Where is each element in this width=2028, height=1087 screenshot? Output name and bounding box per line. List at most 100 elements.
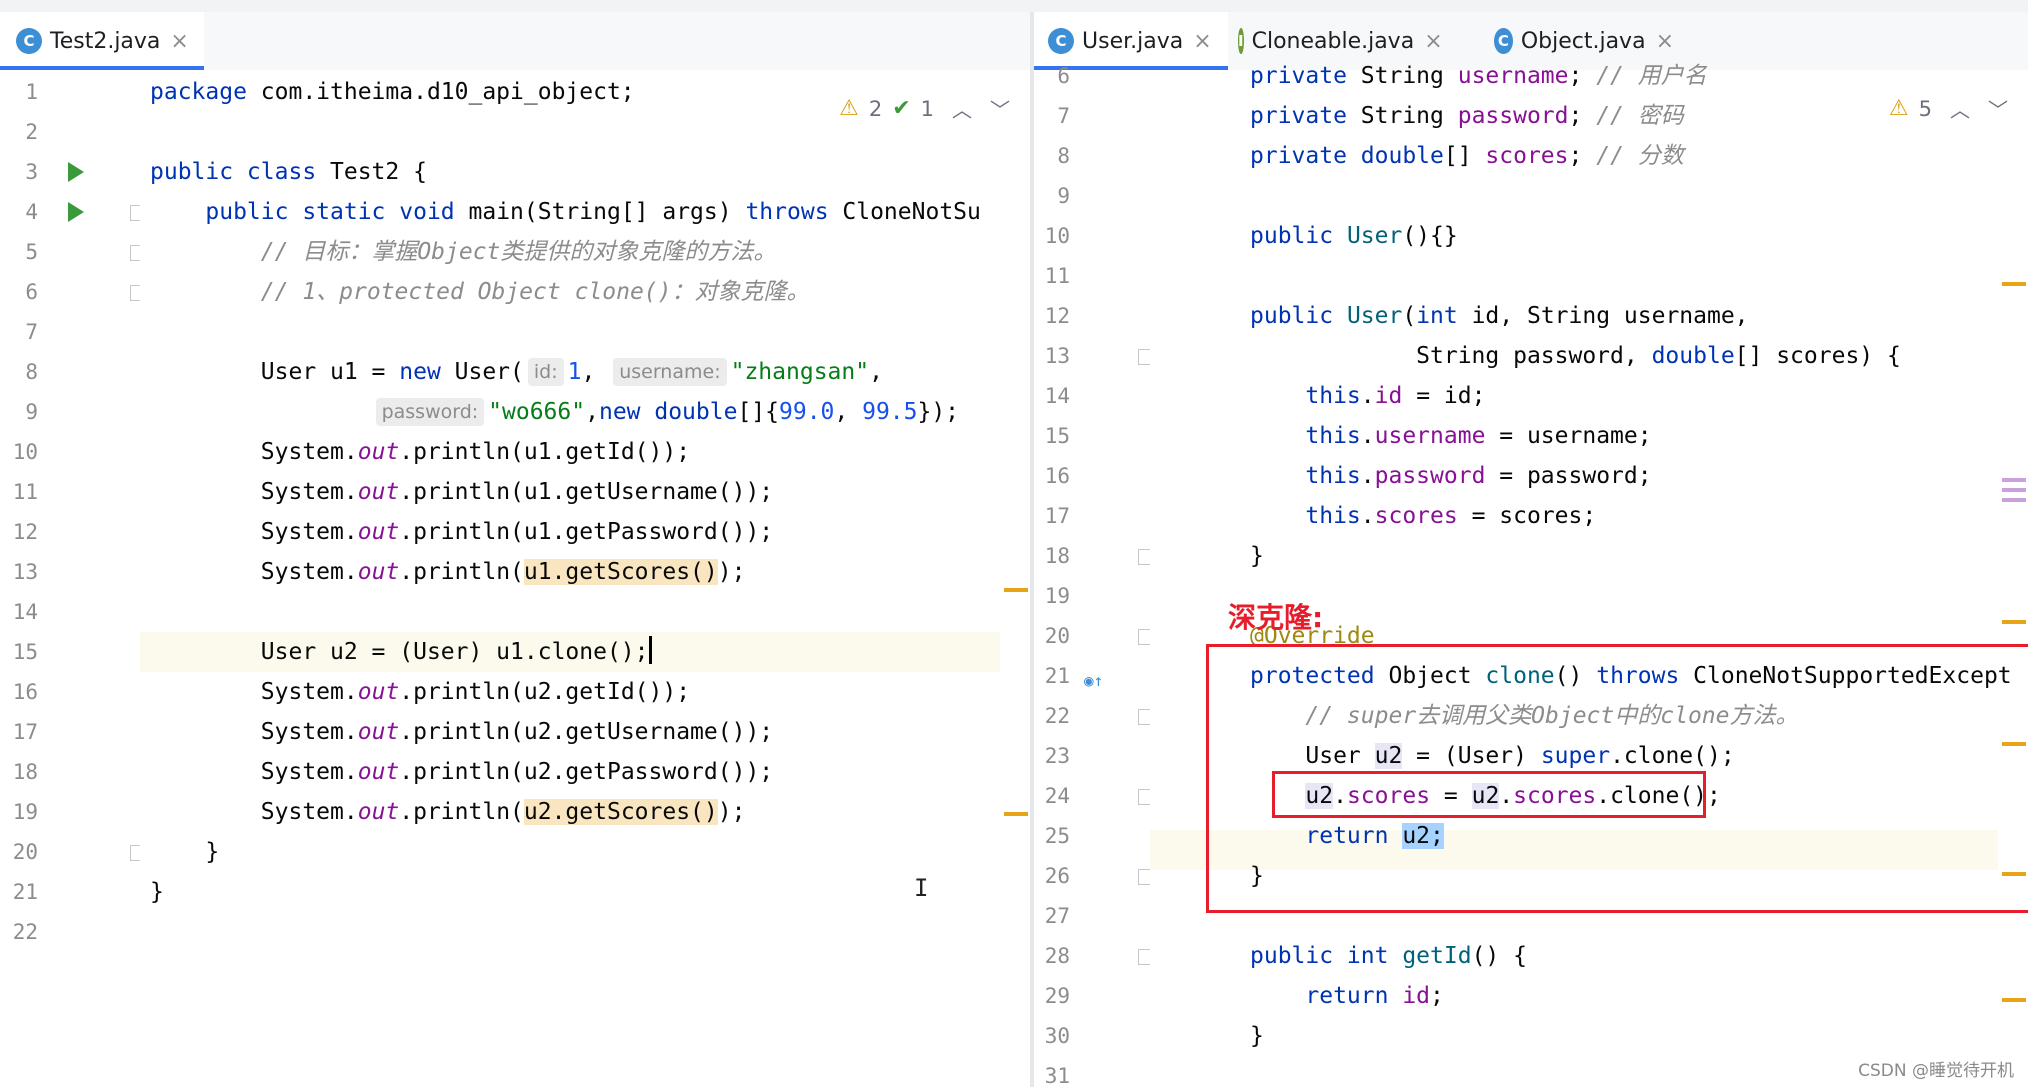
error-stripe-right[interactable]	[1998, 70, 2028, 1087]
code-token: ,	[581, 359, 610, 385]
code-token: double	[654, 399, 738, 425]
line-number: 22	[12, 920, 38, 944]
code-token: .println(u2.getPassword());	[399, 759, 774, 785]
code-token: this	[1305, 503, 1361, 529]
warning-stripe-mark[interactable]	[1004, 588, 1028, 592]
close-icon[interactable]: ×	[1656, 29, 1674, 54]
code-token: = password;	[1485, 463, 1652, 489]
code-token: ,	[585, 399, 599, 425]
warning-stripe-mark[interactable]	[2002, 620, 2026, 624]
check-icon: ✔	[892, 96, 911, 121]
inspection-widget[interactable]: ⚠ 5 ︿ ﹀	[1889, 94, 2008, 123]
code-line: return id;	[1250, 976, 1444, 1016]
code-area[interactable]: package com.itheima.d10_api_object;publi…	[140, 70, 1030, 1087]
run-icon[interactable]	[68, 162, 84, 182]
code-token: ;	[1568, 103, 1597, 129]
editor-pane-left: C Test2.java × 1 2 3 4 5 6 7 8 9 10 11 12 13 14 15 16 17…	[0, 12, 1030, 1087]
code-token: = scores;	[1457, 503, 1597, 529]
line-number: 4	[25, 200, 38, 224]
line-number: 31	[1044, 1064, 1070, 1087]
code-token: CloneNotSu	[842, 199, 981, 225]
close-icon[interactable]: ×	[1193, 29, 1211, 54]
code-token: User(	[454, 359, 524, 385]
code-line: User u2 = (User) u1.clone();	[150, 632, 652, 672]
code-token: password	[1374, 463, 1486, 489]
parameter-hint: username:	[613, 358, 727, 386]
code-token: out	[357, 559, 400, 585]
warning-stripe-mark[interactable]	[1004, 812, 1028, 816]
line-number: 21	[1044, 664, 1070, 688]
warning-count: 5	[1918, 96, 1932, 121]
line-number: 11	[12, 480, 38, 504]
tab-test2-java[interactable]: C Test2.java ×	[0, 12, 204, 70]
code-token: User u2 = (User) u1.clone();	[150, 639, 649, 665]
line-number: 26	[1044, 864, 1070, 888]
code-token: id	[1374, 383, 1403, 409]
run-icon[interactable]	[68, 202, 84, 222]
code-line: package com.itheima.d10_api_object;	[150, 72, 635, 112]
line-number: 23	[1044, 744, 1070, 768]
override-gutter-icon[interactable]: ◉↑	[1084, 671, 1103, 690]
line-number: 9	[25, 400, 38, 424]
warning-stripe-mark[interactable]	[2002, 282, 2026, 286]
line-number: 30	[1044, 1024, 1070, 1048]
code-token: ,	[869, 359, 883, 385]
code-token: ;	[1568, 63, 1597, 89]
code-area[interactable]: private String username; // 用户名 private S…	[1150, 63, 2028, 1087]
code-line: this.scores = scores;	[1250, 496, 1596, 536]
code-token: username	[1457, 63, 1569, 89]
usage-stripe-mark[interactable]	[2002, 488, 2026, 492]
code-line: System.out.println(u1.getScores());	[150, 552, 745, 592]
code-token: private	[1250, 63, 1361, 89]
code-token: out	[357, 519, 400, 545]
close-icon[interactable]: ×	[170, 29, 188, 54]
code-token: 1	[567, 359, 582, 385]
line-number: 16	[12, 680, 38, 704]
watermark: CSDN @睡觉待开机	[1858, 1061, 2014, 1081]
code-token: double	[1651, 343, 1735, 369]
code-token: 99.0	[779, 399, 835, 425]
code-token: 99.5	[862, 399, 918, 425]
code-token: String password,	[1250, 343, 1652, 369]
deep-clone-line-highlight-box	[1272, 771, 1706, 818]
code-line: private double[] scores; // 分数	[1250, 136, 1684, 176]
close-icon[interactable]: ×	[1424, 29, 1442, 54]
code-token: () {	[1471, 943, 1527, 969]
line-number: 8	[1057, 144, 1070, 168]
code-token: String	[1360, 63, 1458, 89]
inspection-widget[interactable]: ⚠ 2 ✔ 1 ︿ ﹀	[839, 94, 1010, 123]
warning-stripe-mark[interactable]	[2002, 998, 2026, 1002]
code-line: this.username = username;	[1250, 416, 1651, 456]
code-token: out	[357, 439, 400, 465]
code-token: public static void	[205, 199, 469, 225]
c-class-icon: C	[16, 28, 42, 54]
code-token: "zhangsan"	[730, 359, 870, 385]
code-line: System.out.println(u1.getId());	[150, 432, 690, 472]
code-token: double	[1360, 143, 1444, 169]
code-token: // 1、protected Object clone()：对象克隆。	[260, 279, 810, 305]
error-stripe-left[interactable]	[1000, 70, 1030, 1087]
code-line: public User(int id, String username,	[1250, 296, 1749, 336]
line-number: 5	[25, 240, 38, 264]
code-token: });	[917, 399, 960, 425]
line-number: 27	[1044, 904, 1070, 928]
previous-highlight-icon[interactable]: ︿	[1950, 94, 1970, 123]
line-number: 13	[1044, 344, 1070, 368]
code-token: return	[1305, 983, 1403, 1009]
line-number: 7	[1057, 104, 1070, 128]
usage-stripe-mark[interactable]	[2002, 478, 2026, 482]
code-token: .	[1360, 423, 1375, 449]
code-token: ,	[834, 399, 863, 425]
code-token: ;	[1568, 143, 1597, 169]
code-token: }	[1250, 1023, 1264, 1049]
line-number: 14	[12, 600, 38, 624]
previous-highlight-icon[interactable]: ︿	[952, 94, 972, 123]
i-interface-icon: I	[1238, 28, 1244, 54]
usage-stripe-mark[interactable]	[2002, 498, 2026, 502]
line-number: 7	[25, 320, 38, 344]
code-line: System.out.println(u2.getPassword());	[150, 752, 773, 792]
